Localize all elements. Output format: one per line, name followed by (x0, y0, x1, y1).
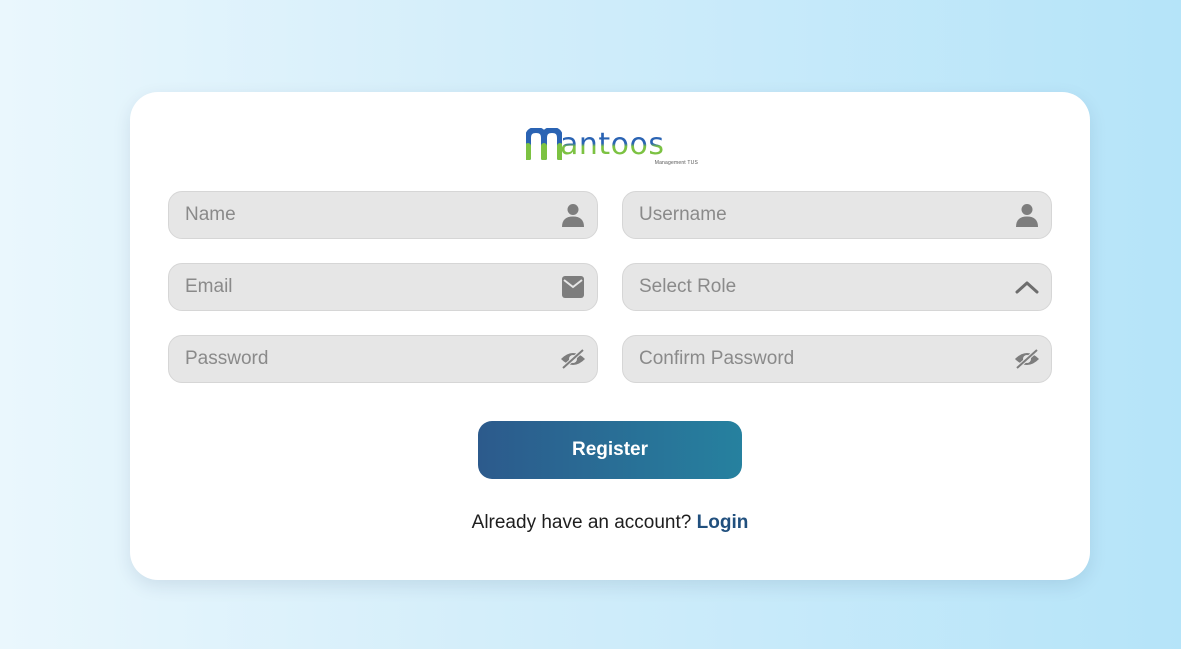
envelope-icon (559, 273, 587, 301)
register-card: antoos Management TUS Name Username Emai… (130, 92, 1090, 580)
name-field[interactable]: Name (168, 191, 598, 239)
logo-m-mark (526, 128, 562, 160)
mantoos-logo: antoos Management TUS (526, 128, 702, 168)
email-field[interactable]: Email (168, 263, 598, 311)
login-prompt: Already have an account? Login (130, 512, 1090, 534)
role-select[interactable]: Select Role (622, 263, 1052, 311)
eye-slash-icon[interactable] (559, 345, 587, 373)
user-icon (1013, 201, 1041, 229)
confirm-password-field[interactable]: Confirm Password (622, 335, 1052, 383)
username-field[interactable]: Username (622, 191, 1052, 239)
login-link[interactable]: Login (697, 512, 749, 533)
username-placeholder: Username (639, 204, 727, 225)
email-placeholder: Email (185, 276, 233, 297)
register-button[interactable]: Register (478, 421, 742, 479)
logo-tagline: Management TUS (654, 160, 698, 166)
user-icon (559, 201, 587, 229)
confirm-password-placeholder: Confirm Password (639, 348, 795, 369)
role-placeholder: Select Role (639, 276, 737, 297)
chevron-up-icon (1013, 273, 1041, 301)
password-placeholder: Password (185, 348, 269, 369)
name-placeholder: Name (185, 204, 236, 225)
login-prompt-text: Already have an account? (471, 512, 692, 533)
password-field[interactable]: Password (168, 335, 598, 383)
eye-slash-icon[interactable] (1013, 345, 1041, 373)
logo-wordmark: antoos (560, 127, 665, 162)
